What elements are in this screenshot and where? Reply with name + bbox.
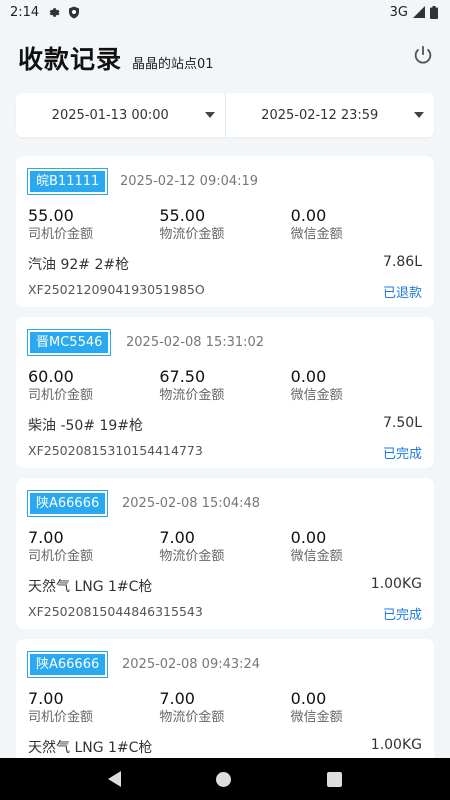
wechat-amount: 0.00 <box>290 689 327 708</box>
wechat-amount-label: 微信金额 <box>290 227 343 242</box>
start-date-value: 2025-01-13 00:00 <box>51 107 169 123</box>
end-date-select[interactable]: 2025-02-12 23:59 <box>224 93 435 137</box>
fuel-info: 天然气 LNG 1#C枪 <box>28 740 153 756</box>
fuel-volume: 7.50L <box>383 415 422 431</box>
status-time: 2:14 <box>10 4 40 20</box>
fuel-info: 汽油 92# 2#枪 <box>28 257 130 273</box>
chevron-down-icon <box>414 112 424 118</box>
wechat-amount-label: 微信金额 <box>290 388 343 403</box>
page-title: 收款记录 <box>18 45 123 74</box>
logistics-amount: 7.00 <box>159 528 195 547</box>
fuel-info: 天然气 LNG 1#C枪 <box>28 579 153 595</box>
order-number: XF25020815044846315543 <box>28 604 203 619</box>
wechat-amount: 0.00 <box>290 367 327 386</box>
wechat-amount: 0.00 <box>290 206 327 225</box>
home-icon[interactable] <box>216 771 232 787</box>
driver-amount: 55.00 <box>28 206 74 225</box>
plate-badge: 皖B11111 <box>26 168 109 195</box>
signal-icon <box>413 6 425 18</box>
chevron-down-icon <box>204 112 215 118</box>
order-number: XF2502120904193051985O <box>28 282 205 297</box>
back-icon[interactable] <box>107 771 121 787</box>
fuel-volume: 1.00KG <box>370 737 422 753</box>
fuel-volume: 7.86L <box>383 254 422 270</box>
driver-amount: 7.00 <box>28 528 64 547</box>
record-card[interactable]: 皖B11111 2025-02-12 09:04:19 55.00 司机价金额 5… <box>16 156 434 307</box>
logistics-amount-label: 物流价金额 <box>159 710 225 725</box>
record-card[interactable]: 晋MC5546 2025-02-08 15:31:02 60.00 司机价金额 6… <box>16 317 434 468</box>
logistics-amount: 67.50 <box>159 367 206 386</box>
system-nav-bar <box>0 758 450 800</box>
status-label[interactable]: 已完成 <box>383 443 422 462</box>
plate-badge: 陕A66666 <box>26 490 109 517</box>
battery-icon <box>430 5 438 19</box>
wechat-amount-label: 微信金额 <box>290 549 343 564</box>
logistics-amount: 55.00 <box>159 206 206 225</box>
network-type: 3G <box>389 4 408 20</box>
order-number: XF25020815310154414773 <box>28 443 203 458</box>
record-card[interactable]: 陕A66666 2025-02-08 15:04:48 7.00 司机价金额 7.… <box>16 478 434 629</box>
logistics-amount-label: 物流价金额 <box>159 388 225 403</box>
driver-amount: 7.00 <box>28 689 64 708</box>
date-range-filter: 2025-01-13 00:00 2025-02-12 23:59 <box>16 93 434 137</box>
logistics-amount-label: 物流价金额 <box>159 549 225 564</box>
page-header: 收款记录 晶晶的站点01 <box>0 24 450 92</box>
start-date-select[interactable]: 2025-01-13 00:00 <box>16 93 225 137</box>
gear-icon <box>49 7 60 17</box>
recent-apps-icon[interactable] <box>327 771 343 787</box>
logistics-amount-label: 物流价金额 <box>159 227 225 242</box>
status-bar: 2:14 3G <box>0 0 450 24</box>
driver-amount-label: 司机价金额 <box>28 549 94 564</box>
fuel-volume: 1.00KG <box>370 576 422 592</box>
record-time: 2025-02-08 15:31:02 <box>126 335 265 350</box>
record-time: 2025-02-08 15:04:48 <box>122 496 261 511</box>
status-label[interactable]: 已完成 <box>383 604 422 623</box>
record-time: 2025-02-12 09:04:19 <box>120 174 259 189</box>
logistics-amount: 7.00 <box>159 689 195 708</box>
plate-badge: 晋MC5546 <box>26 329 112 356</box>
station-name: 晶晶的站点01 <box>132 56 214 72</box>
fuel-info: 柴油 -50# 19#枪 <box>28 418 144 434</box>
driver-amount-label: 司机价金额 <box>28 227 94 242</box>
driver-amount-label: 司机价金额 <box>28 388 94 403</box>
wechat-amount-label: 微信金额 <box>290 710 343 725</box>
wechat-amount: 0.00 <box>290 528 327 547</box>
power-icon[interactable] <box>412 44 434 66</box>
record-time: 2025-02-08 09:43:24 <box>122 657 261 672</box>
plate-badge: 陕A66666 <box>26 651 109 678</box>
driver-amount-label: 司机价金额 <box>28 710 94 725</box>
driver-amount: 60.00 <box>28 367 74 386</box>
shield-icon <box>69 6 80 18</box>
status-label[interactable]: 已退款 <box>383 282 422 301</box>
end-date-value: 2025-02-12 23:59 <box>261 107 379 123</box>
